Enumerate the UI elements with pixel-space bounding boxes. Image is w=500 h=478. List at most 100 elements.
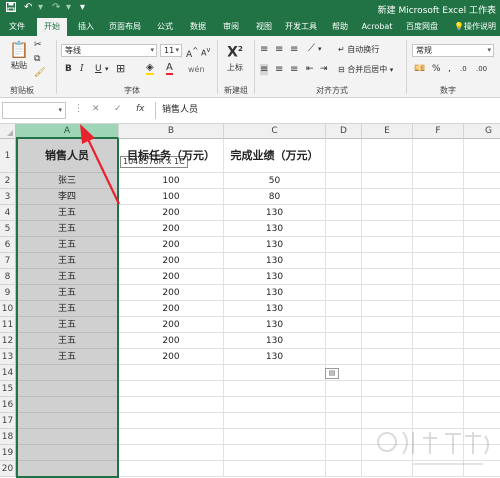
row-header-13[interactable]: 13 bbox=[0, 349, 16, 365]
cell-d13[interactable] bbox=[326, 349, 362, 365]
cell-b8[interactable]: 200 bbox=[119, 269, 224, 285]
row-header-8[interactable]: 8 bbox=[0, 269, 16, 285]
cell-g14[interactable] bbox=[464, 365, 500, 381]
cell-b15[interactable] bbox=[119, 381, 224, 397]
row-header-6[interactable]: 6 bbox=[0, 237, 16, 253]
row-header-5[interactable]: 5 bbox=[0, 221, 16, 237]
cell-g16[interactable] bbox=[464, 397, 500, 413]
cell-b2[interactable]: 100 bbox=[119, 173, 224, 189]
cell-c14[interactable] bbox=[224, 365, 326, 381]
cell-f7[interactable] bbox=[413, 253, 464, 269]
cell-c1[interactable]: 完成业绩（万元） bbox=[224, 139, 326, 173]
cell-a4[interactable]: 王五 bbox=[16, 205, 119, 221]
cell-b7[interactable]: 200 bbox=[119, 253, 224, 269]
cell-d10[interactable] bbox=[326, 301, 362, 317]
cell-a15[interactable] bbox=[16, 381, 119, 397]
cell-e15[interactable] bbox=[362, 381, 413, 397]
cell-d6[interactable] bbox=[326, 237, 362, 253]
row-header-18[interactable]: 18 bbox=[0, 429, 16, 445]
font-name-select[interactable]: 等线 ▾ bbox=[61, 44, 157, 57]
column-header-g[interactable]: G bbox=[464, 124, 500, 139]
decrease-decimal-icon[interactable]: .00 bbox=[476, 64, 487, 75]
save-icon[interactable] bbox=[6, 2, 16, 15]
merge-center-button[interactable]: ⊟ 合并后居中 ▾ bbox=[338, 64, 393, 76]
cell-g6[interactable] bbox=[464, 237, 500, 253]
cell-g17[interactable] bbox=[464, 413, 500, 429]
row-header-4[interactable]: 4 bbox=[0, 205, 16, 221]
number-format-select[interactable]: 常规 ▾ bbox=[412, 44, 494, 57]
cell-f15[interactable] bbox=[413, 381, 464, 397]
cell-a2[interactable]: 张三 bbox=[16, 173, 119, 189]
fill-color-icon[interactable]: ◈ bbox=[146, 63, 154, 75]
cell-e1[interactable] bbox=[362, 139, 413, 173]
cell-c3[interactable]: 80 bbox=[224, 189, 326, 205]
cell-f2[interactable] bbox=[413, 173, 464, 189]
column-header-a[interactable]: A bbox=[16, 124, 119, 139]
cell-e17[interactable] bbox=[362, 413, 413, 429]
row-header-14[interactable]: 14 bbox=[0, 365, 16, 381]
orientation-icon[interactable]: ⟋ bbox=[308, 43, 315, 54]
cell-a20[interactable] bbox=[16, 461, 119, 477]
cell-a1[interactable]: 销售人员 bbox=[16, 139, 119, 173]
name-box[interactable]: ▾ bbox=[2, 102, 66, 119]
cell-d15[interactable] bbox=[326, 381, 362, 397]
cell-a16[interactable] bbox=[16, 397, 119, 413]
cell-c19[interactable] bbox=[224, 445, 326, 461]
cell-d16[interactable] bbox=[326, 397, 362, 413]
underline-icon[interactable]: U bbox=[95, 64, 102, 75]
font-size-select[interactable]: 11 ▾ bbox=[160, 44, 182, 57]
cell-e20[interactable] bbox=[362, 461, 413, 477]
comma-style-icon[interactable]: , bbox=[448, 64, 451, 75]
cell-f6[interactable] bbox=[413, 237, 464, 253]
cell-d7[interactable] bbox=[326, 253, 362, 269]
tab-data[interactable]: 数据 bbox=[183, 18, 213, 36]
cell-g5[interactable] bbox=[464, 221, 500, 237]
cell-b3[interactable]: 100 bbox=[119, 189, 224, 205]
cell-a19[interactable] bbox=[16, 445, 119, 461]
cell-e13[interactable] bbox=[362, 349, 413, 365]
cell-d12[interactable] bbox=[326, 333, 362, 349]
align-top-icon[interactable]: ≡ bbox=[260, 44, 268, 55]
cell-d19[interactable] bbox=[326, 445, 362, 461]
cell-g11[interactable] bbox=[464, 317, 500, 333]
cell-g20[interactable] bbox=[464, 461, 500, 477]
cell-f19[interactable] bbox=[413, 445, 464, 461]
cell-g10[interactable] bbox=[464, 301, 500, 317]
align-left-icon[interactable]: ≡ bbox=[260, 64, 269, 75]
cell-f12[interactable] bbox=[413, 333, 464, 349]
cell-e18[interactable] bbox=[362, 429, 413, 445]
row-header-9[interactable]: 9 bbox=[0, 285, 16, 301]
cell-b20[interactable] bbox=[119, 461, 224, 477]
cell-g3[interactable] bbox=[464, 189, 500, 205]
cell-f1[interactable] bbox=[413, 139, 464, 173]
insert-function-icon[interactable]: fx bbox=[136, 104, 145, 114]
cell-e10[interactable] bbox=[362, 301, 413, 317]
cell-d4[interactable] bbox=[326, 205, 362, 221]
tab-help[interactable]: 帮助 bbox=[326, 18, 354, 36]
cell-g19[interactable] bbox=[464, 445, 500, 461]
cell-f5[interactable] bbox=[413, 221, 464, 237]
phonetic-icon[interactable]: wén bbox=[188, 64, 205, 75]
cell-e2[interactable] bbox=[362, 173, 413, 189]
cell-b4[interactable]: 200 bbox=[119, 205, 224, 221]
cell-e7[interactable] bbox=[362, 253, 413, 269]
cell-d18[interactable] bbox=[326, 429, 362, 445]
cell-c6[interactable]: 130 bbox=[224, 237, 326, 253]
bold-icon[interactable]: B bbox=[65, 64, 72, 75]
cell-d1[interactable] bbox=[326, 139, 362, 173]
cell-b17[interactable] bbox=[119, 413, 224, 429]
cell-f13[interactable] bbox=[413, 349, 464, 365]
tab-acrobat[interactable]: Acrobat bbox=[359, 18, 395, 36]
cell-d5[interactable] bbox=[326, 221, 362, 237]
cell-d11[interactable] bbox=[326, 317, 362, 333]
format-painter-icon[interactable]: 🖌 bbox=[34, 68, 45, 79]
cell-a8[interactable]: 王五 bbox=[16, 269, 119, 285]
cell-d3[interactable] bbox=[326, 189, 362, 205]
cell-e4[interactable] bbox=[362, 205, 413, 221]
cell-d20[interactable] bbox=[326, 461, 362, 477]
cell-f16[interactable] bbox=[413, 397, 464, 413]
cell-g18[interactable] bbox=[464, 429, 500, 445]
column-header-b[interactable]: B bbox=[119, 124, 224, 139]
worksheet-grid[interactable]: ABCDEFG 1 2 3 4 5 6 7 8 9 10 11 12 13 14 15 16 17 18 19 20 … bbox=[0, 124, 500, 478]
align-middle-icon[interactable]: ≡ bbox=[275, 44, 283, 55]
